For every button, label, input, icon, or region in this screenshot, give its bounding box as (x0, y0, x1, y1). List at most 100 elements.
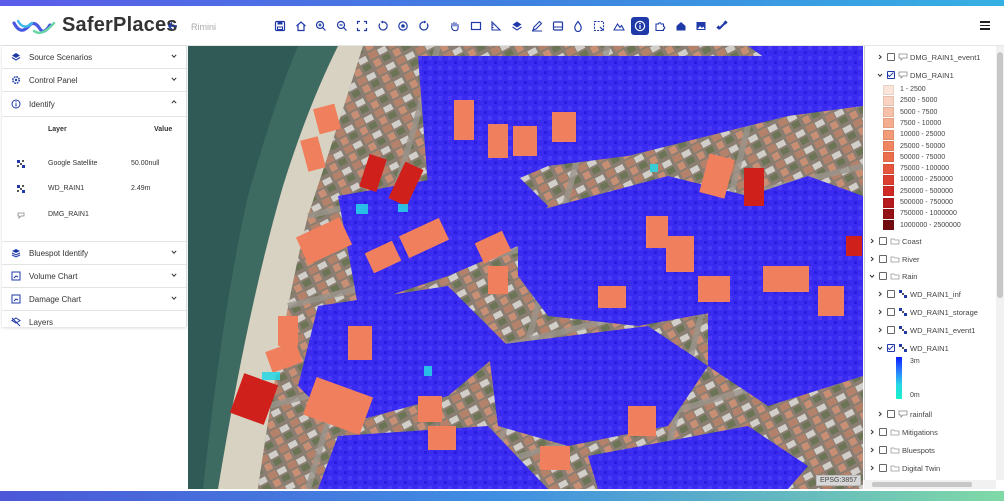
chevron-right-icon[interactable] (868, 465, 875, 472)
folder-icon (890, 465, 900, 472)
ruler-icon[interactable] (487, 17, 505, 35)
chevron-right-icon[interactable] (876, 309, 883, 316)
layer-item-mitigations[interactable]: Mitigations (868, 426, 938, 438)
info-icon (10, 98, 22, 110)
layer-item-rain[interactable]: Rain (868, 270, 917, 282)
layer-label: WD_RAIN1_inf (910, 289, 961, 299)
legend-swatch (883, 129, 894, 140)
section-layers[interactable]: Layers (2, 311, 186, 333)
raster-layer-icon (899, 326, 907, 334)
chevron-right-icon[interactable] (868, 256, 875, 263)
legend-swatch (883, 152, 894, 163)
water-drop-icon[interactable] (569, 17, 587, 35)
scrollbar-thumb[interactable] (872, 482, 972, 487)
barrier-icon[interactable] (549, 17, 567, 35)
section-bluespot-identify[interactable]: Bluespot Identify (2, 242, 186, 265)
layer-checkbox-checked[interactable] (887, 71, 895, 79)
chevron-down-icon[interactable] (171, 295, 177, 301)
layer-item-wd-rain1-event1[interactable]: WD_RAIN1_event1 (876, 324, 975, 336)
layer-item-dmg-rain1[interactable]: DMG_RAIN1 (876, 69, 954, 81)
satellite-icon[interactable] (713, 17, 731, 35)
zoom-out-icon[interactable] (333, 17, 351, 35)
layer-item-wd-rain1-inf[interactable]: WD_RAIN1_inf (876, 288, 961, 300)
rotate-right-icon[interactable] (415, 17, 433, 35)
layer-label: Mitigations (902, 427, 938, 437)
legend-swatch (883, 197, 894, 208)
terrain-icon[interactable] (610, 17, 628, 35)
select-area-icon[interactable] (590, 17, 608, 35)
legend-swatch (883, 163, 894, 174)
layer-checkbox[interactable] (887, 53, 895, 61)
layer-checkbox[interactable] (887, 290, 895, 298)
chevron-down-icon[interactable] (171, 272, 177, 278)
chevron-right-icon[interactable] (876, 54, 883, 61)
rotate-left-icon[interactable] (374, 17, 392, 35)
layer-item-coast[interactable]: Coast (868, 235, 922, 247)
layer-checkbox[interactable] (887, 308, 895, 316)
layer-checkbox[interactable] (879, 272, 887, 280)
legend-item: 7500 - 10000 (883, 118, 941, 129)
layer-item-dmg-rain1-event1[interactable]: DMG_RAIN1_event1 (876, 51, 980, 63)
chevron-right-icon[interactable] (876, 411, 883, 418)
layer-checkbox[interactable] (879, 255, 887, 263)
layer-checkbox[interactable] (879, 464, 887, 472)
zoom-in-icon[interactable] (312, 17, 330, 35)
vertical-scrollbar[interactable] (996, 46, 1004, 480)
section-damage-chart[interactable]: Damage Chart (2, 288, 186, 311)
legend-item: 75000 - 100000 (883, 163, 949, 174)
fullscreen-icon[interactable] (353, 17, 371, 35)
back-arrow-icon[interactable] (167, 20, 181, 34)
layer-checkbox[interactable] (879, 428, 887, 436)
draw-icon[interactable] (528, 17, 546, 35)
layer-item-river[interactable]: River (868, 253, 920, 265)
section-identify[interactable]: Identify (2, 92, 186, 117)
chevron-down-icon[interactable] (876, 345, 883, 352)
layer-checkbox[interactable] (887, 326, 895, 334)
chevron-down-icon[interactable] (171, 249, 177, 255)
layer-checkbox[interactable] (887, 410, 895, 418)
section-source-scenarios[interactable]: Source Scenarios (2, 46, 186, 69)
home-icon[interactable] (292, 17, 310, 35)
chevron-down-icon[interactable] (868, 273, 875, 280)
legend-label: 1 - 2500 (900, 86, 926, 93)
layer-item-wd-rain1[interactable]: WD_RAIN1 (876, 342, 949, 354)
chevron-up-icon[interactable] (171, 99, 177, 105)
locate-icon[interactable] (394, 17, 412, 35)
layer-item-rainfall[interactable]: rainfall (876, 408, 932, 420)
info-icon[interactable] (630, 17, 649, 35)
chevron-right-icon[interactable] (876, 291, 883, 298)
chevron-down-icon[interactable] (876, 72, 883, 79)
layers-off-icon (10, 316, 22, 328)
map-canvas[interactable]: EPSG:3857 (188, 46, 863, 489)
chevron-right-icon[interactable] (868, 429, 875, 436)
layer-checkbox-checked[interactable] (887, 344, 895, 352)
house-icon[interactable] (672, 17, 690, 35)
hamburger-menu-icon[interactable] (980, 21, 990, 30)
chevron-down-icon[interactable] (171, 76, 177, 82)
legend-swatch (883, 118, 894, 129)
horizontal-scrollbar[interactable] (864, 480, 996, 489)
image-icon[interactable] (692, 17, 710, 35)
puzzle-icon[interactable] (651, 17, 669, 35)
rectangle-icon[interactable] (467, 17, 485, 35)
chevron-right-icon[interactable] (868, 238, 875, 245)
scrollbar-thumb[interactable] (997, 52, 1003, 298)
chevron-down-icon[interactable] (171, 53, 177, 59)
crs-label: EPSG:3857 (816, 475, 861, 486)
legend-item: 25000 - 50000 (883, 141, 945, 151)
pan-hand-icon[interactable] (446, 17, 464, 35)
layer-checkbox[interactable] (879, 237, 887, 245)
layers-fill-icon[interactable] (508, 17, 526, 35)
layer-item-bluespots[interactable]: Bluespots (868, 444, 935, 456)
section-volume-chart[interactable]: Volume Chart (2, 265, 186, 288)
save-icon[interactable] (271, 17, 289, 35)
layer-item-digital-twin[interactable]: Digital Twin (868, 462, 940, 474)
chevron-right-icon[interactable] (868, 447, 875, 454)
layer-checkbox[interactable] (879, 446, 887, 454)
legend-swatch (883, 174, 894, 185)
chevron-right-icon[interactable] (876, 327, 883, 334)
layer-name: WD_RAIN1 (48, 185, 85, 192)
section-control-panel[interactable]: Control Panel (2, 69, 186, 92)
layer-item-wd-rain1-storage[interactable]: WD_RAIN1_storage (876, 306, 978, 318)
app-logo[interactable]: SaferPlaces (12, 14, 178, 37)
